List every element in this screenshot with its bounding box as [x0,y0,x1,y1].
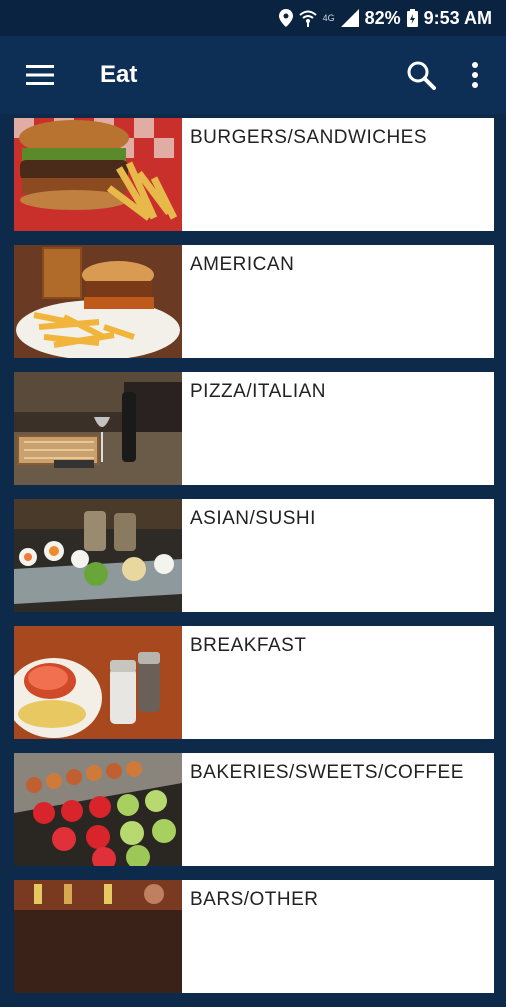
category-label: BAKERIES/SWEETS/COFFEE [190,762,464,783]
battery-icon [406,9,418,27]
category-label: BURGERS/SANDWICHES [190,127,428,148]
list-item-bars-other[interactable]: BARS/OTHER [14,880,494,993]
list-item-asian-sushi[interactable]: ASIAN/SUSHI [14,499,494,612]
network-type-icon: 4G [322,13,335,23]
sushi-platter-photo [14,499,182,612]
hamburger-menu-icon[interactable] [10,45,70,105]
more-vert-icon[interactable] [448,45,502,105]
burger-plate-photo [14,245,182,358]
list-item-pizza-italian[interactable]: PIZZA/ITALIAN [14,372,494,485]
burger-with-fries-photo [14,118,182,231]
status-bar: 4G 82% 9:53 AM [0,0,506,36]
category-label: BARS/OTHER [190,889,319,910]
breakfast-omelet-photo [14,626,182,739]
battery-percent: 82% [364,7,401,28]
category-list: BURGERS/SANDWICHES AMERICAN PIZZA/ITALIA… [14,118,494,1007]
pizza-and-wine-photo [14,372,182,485]
pastry-display-photo [14,753,182,866]
wifi-calling-icon [298,9,317,27]
search-icon[interactable] [394,45,448,105]
page-title: Eat [100,61,138,88]
location-icon [278,9,293,27]
category-label: AMERICAN [190,254,295,275]
app-bar: Eat [0,36,506,114]
list-item-bakeries-sweets-coffee[interactable]: BAKERIES/SWEETS/COFFEE [14,753,494,866]
list-item-american[interactable]: AMERICAN [14,245,494,358]
list-item-burgers-sandwiches[interactable]: BURGERS/SANDWICHES [14,118,494,231]
list-item-breakfast[interactable]: BREAKFAST [14,626,494,739]
bar-photo [14,880,182,993]
signal-icon [340,9,359,27]
category-label: PIZZA/ITALIAN [190,381,327,402]
category-label: ASIAN/SUSHI [190,508,316,529]
category-label: BREAKFAST [190,635,307,656]
clock-time: 9:53 AM [423,7,492,28]
